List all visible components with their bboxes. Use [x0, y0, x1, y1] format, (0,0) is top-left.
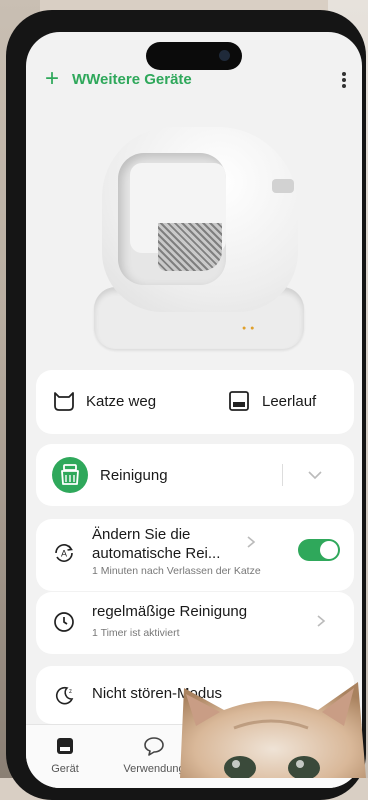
device-body: [102, 127, 298, 312]
divider: [282, 464, 283, 486]
cleaning-label: Reinigung: [100, 467, 168, 484]
broom-icon: [61, 464, 79, 485]
svg-text:z: z: [69, 689, 72, 695]
add-device-plus-icon[interactable]: +: [40, 67, 64, 92]
clock-icon: [54, 612, 74, 632]
device-state-text: Leerlauf: [262, 393, 317, 410]
litter-box-idle-icon: [229, 391, 249, 411]
scheduled-cleaning-subtitle: 1 Timer ist aktiviert: [92, 627, 180, 639]
auto-mode-icon: A: [55, 544, 73, 562]
tab-device[interactable]: Gerät: [40, 735, 90, 775]
chevron-right-icon[interactable]: [314, 614, 328, 628]
page-title[interactable]: WWeitere Geräte: [72, 71, 192, 88]
device-indicator-lights: ● ●: [242, 325, 256, 332]
dynamic-island: [146, 42, 242, 70]
kitten-photo: [180, 682, 366, 778]
app-header: + WWeitere Geräte: [26, 67, 362, 96]
cat-icon: [54, 392, 74, 411]
device-tab-icon: [57, 738, 73, 754]
scheduled-cleaning-card[interactable]: regelmäßige Reinigung 1 Timer ist aktivi…: [36, 592, 354, 654]
chevron-right-icon[interactable]: [244, 535, 258, 549]
camera-icon: [219, 50, 230, 61]
auto-clean-card[interactable]: A Ändern Sie die automatische Rei... 1 M…: [36, 519, 354, 591]
device-opening: [118, 153, 226, 285]
litter-box-illustration: ● ●: [94, 127, 318, 352]
status-card: Katze weg Leerlauf: [36, 370, 354, 434]
auto-clean-title: Ändern Sie die automatische Rei...: [92, 526, 221, 562]
device-handle: [272, 179, 294, 193]
more-options-icon[interactable]: [336, 70, 352, 90]
svg-text:A: A: [61, 549, 67, 559]
moon-icon: z: [56, 686, 74, 705]
cat-status-text: Katze weg: [86, 393, 157, 410]
auto-clean-toggle[interactable]: [298, 539, 340, 561]
chevron-down-icon[interactable]: [304, 464, 326, 486]
device-grate: [158, 223, 222, 271]
chat-bubble-icon: [144, 737, 164, 756]
toggle-knob: [320, 541, 338, 559]
auto-clean-subtitle: 1 Minuten nach Verlassen der Katze: [92, 565, 261, 577]
scheduled-cleaning-title: regelmäßige Reinigung: [92, 603, 248, 620]
tab-device-label: Gerät: [51, 763, 79, 775]
cleaning-card[interactable]: Reinigung: [36, 444, 354, 506]
cleaning-button[interactable]: [52, 457, 88, 493]
